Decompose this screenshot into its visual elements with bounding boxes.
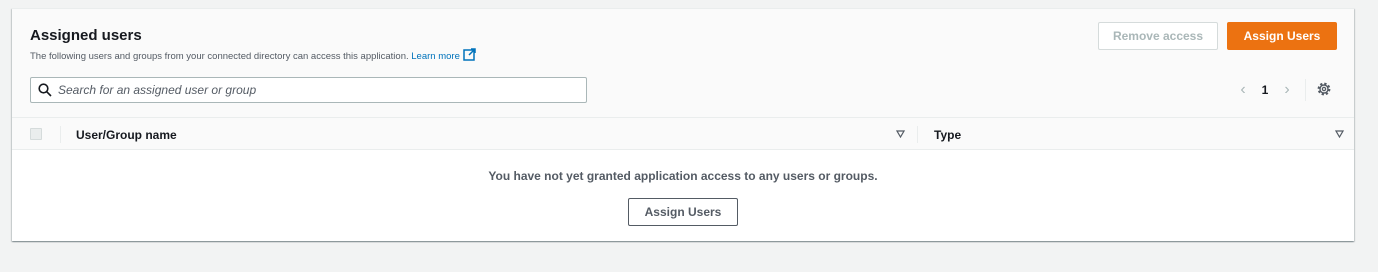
column-header-user-group-name[interactable]: User/Group name bbox=[76, 128, 177, 142]
search-field[interactable] bbox=[30, 77, 587, 103]
description-text: The following users and groups from your… bbox=[30, 51, 409, 62]
sort-icon[interactable] bbox=[896, 130, 905, 138]
pager-divider bbox=[1305, 79, 1306, 101]
assign-users-button[interactable]: Assign Users bbox=[1227, 22, 1337, 50]
external-link-icon bbox=[463, 48, 476, 61]
search-input[interactable] bbox=[58, 80, 578, 100]
panel-header: Assigned users The following users and g… bbox=[12, 9, 1354, 117]
current-page-number[interactable]: 1 bbox=[1258, 81, 1272, 99]
gear-icon[interactable] bbox=[1316, 81, 1332, 97]
column-divider bbox=[917, 126, 918, 143]
panel-description: The following users and groups from your… bbox=[30, 48, 476, 62]
column-header-type[interactable]: Type bbox=[934, 128, 961, 142]
table-header: User/Group name Type bbox=[12, 117, 1354, 150]
learn-more-label: Learn more bbox=[411, 51, 460, 62]
empty-state-message: You have not yet granted application acc… bbox=[488, 169, 878, 183]
select-all-checkbox[interactable] bbox=[30, 128, 42, 140]
assigned-users-panel: Assigned users The following users and g… bbox=[12, 8, 1354, 241]
chevron-left-icon[interactable]: ‹ bbox=[1236, 81, 1250, 99]
column-divider bbox=[60, 126, 61, 143]
sort-icon[interactable] bbox=[1335, 130, 1344, 138]
chevron-right-icon[interactable]: › bbox=[1280, 81, 1294, 99]
empty-state-assign-users-button[interactable]: Assign Users bbox=[628, 198, 738, 226]
remove-access-button[interactable]: Remove access bbox=[1098, 22, 1218, 50]
search-icon bbox=[38, 83, 52, 97]
learn-more-link[interactable]: Learn more bbox=[411, 48, 476, 62]
panel-title: Assigned users bbox=[30, 27, 142, 44]
